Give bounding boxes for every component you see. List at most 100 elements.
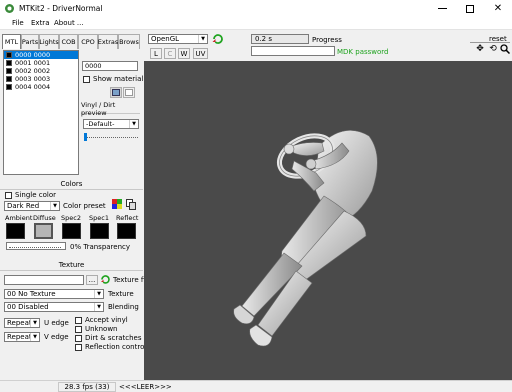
vinyl-combo[interactable]: -Default- ▼	[83, 119, 139, 129]
color-square-icon	[6, 52, 12, 58]
reset-material-button[interactable]	[123, 87, 135, 98]
password-label: MDK password	[337, 48, 389, 56]
reset-divider	[470, 42, 510, 43]
chevron-down-icon: ▼	[30, 333, 39, 341]
chevron-down-icon: ▼	[30, 319, 39, 327]
single-color-label: Single color	[15, 191, 56, 199]
status-bar: 28.3 fps (33) <<<LEER>>>	[0, 380, 512, 392]
view-c-button[interactable]: C	[164, 48, 176, 59]
texture-combo[interactable]: 00 No Texture ▼	[4, 289, 104, 299]
accept-vinyl-label: Accept vinyl	[85, 316, 128, 324]
tab-mtl[interactable]: MTL	[2, 34, 21, 49]
unknown-row: Unknown	[75, 325, 118, 333]
app-icon	[5, 4, 14, 13]
blending-combo-value: 00 Disabled	[7, 303, 49, 311]
tab-parts[interactable]: Parts	[21, 34, 39, 49]
tab-lights[interactable]: Lights	[39, 34, 59, 49]
view-l-button[interactable]: L	[150, 48, 162, 59]
transparency-label: 0% Transparency	[70, 243, 131, 251]
mtl-name-field[interactable]: 0000	[82, 61, 138, 71]
refresh-texture-button[interactable]	[100, 274, 111, 285]
time-field: 0.2 s	[251, 34, 309, 44]
diffuse-swatch[interactable]	[34, 223, 53, 239]
copy-color-button[interactable]	[126, 199, 137, 210]
chevron-down-icon: ▼	[198, 35, 207, 43]
spec2-swatch[interactable]	[62, 223, 81, 239]
menu-about[interactable]: About ...	[54, 19, 84, 27]
menu-extra[interactable]: Extra	[31, 19, 49, 27]
list-item[interactable]: 0004 0004	[4, 83, 78, 91]
list-item[interactable]: 0000 0000	[4, 51, 78, 59]
reflection-checkbox[interactable]	[75, 343, 82, 351]
vinyl-combo-value: -Default-	[86, 120, 115, 128]
list-item[interactable]: 0002 0002	[4, 67, 78, 75]
unknown-label: Unknown	[85, 325, 118, 333]
maximize-button[interactable]	[456, 0, 484, 17]
window-title: MTKit2 - DriverNormal	[19, 4, 103, 13]
viewport-3d[interactable]	[144, 61, 512, 380]
show-material-row: Show material	[83, 75, 143, 83]
tab-extras[interactable]: Extras	[98, 34, 118, 49]
zoom-tool[interactable]	[500, 44, 511, 55]
minimize-icon	[437, 8, 447, 9]
u-edge-combo[interactable]: Repeat ▼	[4, 318, 40, 328]
browse-texture-button[interactable]: ...	[86, 275, 98, 285]
fps-display: 28.3 fps (33)	[58, 382, 116, 392]
rotate-tool[interactable]: ⟲	[488, 44, 498, 54]
color-square-icon	[6, 60, 12, 66]
show-material-label: Show material	[93, 75, 144, 83]
unknown-checkbox[interactable]	[75, 325, 82, 333]
minimize-button[interactable]	[428, 0, 456, 17]
menu-file[interactable]: File	[12, 19, 24, 27]
color-preset-value: Dark Red	[7, 202, 40, 210]
palette-icon	[112, 199, 122, 209]
view-uv-button[interactable]: UV	[193, 48, 208, 59]
vinyl-header: Vinyl / Dirt preview	[81, 101, 140, 117]
vinyl-slider-thumb[interactable]	[84, 133, 87, 141]
apply-button[interactable]	[110, 87, 122, 98]
reflection-row: Reflection control	[75, 343, 146, 351]
paste-icon	[112, 89, 120, 96]
tab-cpo[interactable]: CPO	[78, 34, 98, 49]
tab-browse[interactable]: Brows	[118, 34, 140, 49]
accept-vinyl-row: Accept vinyl	[75, 316, 128, 324]
color-square-icon	[6, 76, 12, 82]
u-edge-label: U edge	[44, 319, 69, 327]
single-color-checkbox[interactable]	[5, 191, 12, 199]
mtl-list[interactable]: 0000 0000 0001 0001 0002 0002 0003 0003 …	[3, 50, 79, 175]
v-edge-combo[interactable]: Repeat ▼	[4, 332, 40, 342]
diffuse-label: Diffuse	[33, 214, 56, 222]
vinyl-slider-track[interactable]	[84, 137, 138, 138]
chevron-down-icon: ▼	[129, 120, 138, 128]
dirt-label: Dirt & scratches	[85, 334, 142, 342]
reflect-swatch[interactable]	[117, 223, 136, 239]
password-field[interactable]	[251, 46, 335, 56]
renderer-combo[interactable]: OpenGL ▼	[148, 34, 208, 44]
status-text: <<<LEER>>>	[119, 383, 172, 391]
view-w-button[interactable]: W	[178, 48, 190, 59]
chevron-down-icon: ▼	[94, 290, 103, 298]
maximize-icon	[466, 4, 474, 13]
search-icon	[500, 44, 511, 55]
close-button[interactable]: ✕	[484, 0, 512, 17]
dirt-checkbox[interactable]	[75, 334, 82, 342]
rotate-icon: ⟲	[489, 44, 497, 54]
blending-combo[interactable]: 00 Disabled ▼	[4, 302, 104, 312]
list-item[interactable]: 0001 0001	[4, 59, 78, 67]
ambient-label: Ambient	[5, 214, 33, 222]
palette-button[interactable]	[112, 199, 123, 210]
refresh-view-button[interactable]	[212, 33, 224, 45]
spec2-label: Spec2	[61, 214, 81, 222]
transparency-track	[9, 247, 61, 248]
transparency-slider[interactable]	[6, 242, 66, 250]
color-preset-combo[interactable]: Dark Red ▼	[4, 201, 60, 211]
texture-file-field[interactable]	[4, 275, 84, 285]
spec1-swatch[interactable]	[90, 223, 109, 239]
texture-label: Texture	[108, 290, 134, 298]
accept-vinyl-checkbox[interactable]	[75, 316, 82, 324]
ambient-swatch[interactable]	[6, 223, 25, 239]
move-tool[interactable]: ✥	[475, 44, 485, 54]
tab-cob[interactable]: COB	[59, 34, 78, 49]
list-item[interactable]: 0003 0003	[4, 75, 78, 83]
show-material-checkbox[interactable]	[83, 75, 90, 83]
